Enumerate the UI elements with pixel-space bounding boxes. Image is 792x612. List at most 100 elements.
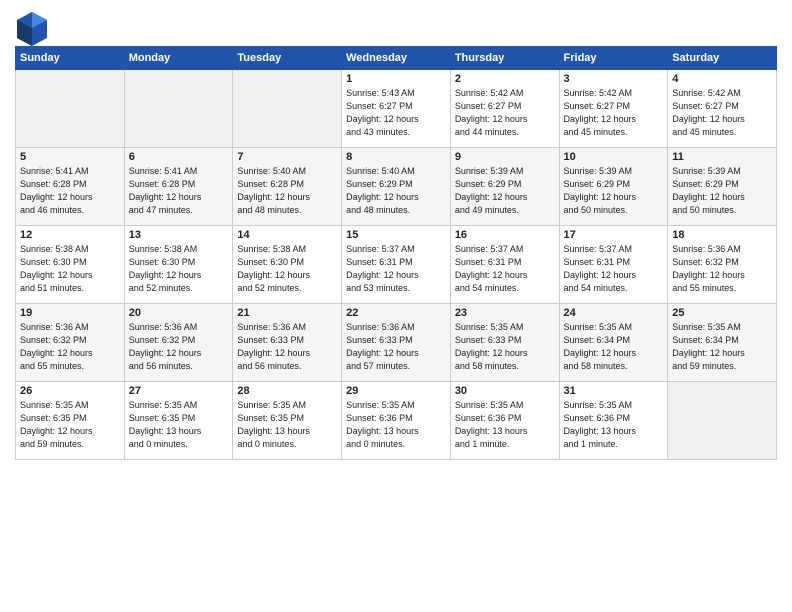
calendar-cell: 4Sunrise: 5:42 AM Sunset: 6:27 PM Daylig… <box>668 70 777 148</box>
calendar-cell: 3 Sunrise: 5:42 AM Sunset: 6:27 PM Daylig… <box>559 70 668 148</box>
calendar-cell: 18 Sunrise: 5:36 AM Sunset: 6:32 PM Dayli… <box>668 226 777 304</box>
day-number: 1 <box>346 73 446 85</box>
logo <box>15 10 47 40</box>
calendar-cell: 9Sunrise: 5:39 AM Sunset: 6:29 PM Daylig… <box>450 148 559 226</box>
calendar-cell: 24 Sunrise: 5:35 AM Sunset: 6:34 PM Dayli… <box>559 304 668 382</box>
calendar-cell: 23 Sunrise: 5:35 AM Sunset: 6:33 PM Dayli… <box>450 304 559 382</box>
calendar-cell: 11 Sunrise: 5:39 AM Sunset: 6:29 PM Dayli… <box>668 148 777 226</box>
calendar-cell <box>124 70 233 148</box>
week-row-3: 12 Sunrise: 5:38 AM Sunset: 6:30 PM Dayli… <box>16 226 777 304</box>
day-info: Sunrise: 5:36 AM Sunset: 6:33 PM Dayligh… <box>237 321 337 373</box>
calendar-cell <box>668 382 777 460</box>
day-number: 21 <box>237 307 337 319</box>
calendar-cell: 25 Sunrise: 5:35 AM Sunset: 6:34 PM Dayli… <box>668 304 777 382</box>
day-info: Sunrise: 5:36 AM Sunset: 6:32 PM Dayligh… <box>672 243 772 295</box>
day-info: Sunrise: 5:36 AM Sunset: 6:32 PM Dayligh… <box>20 321 120 373</box>
day-number: 29 <box>346 385 446 397</box>
day-header-row: SundayMondayTuesdayWednesdayThursdayFrid… <box>16 47 777 70</box>
day-number: 30 <box>455 385 555 397</box>
day-info: Sunrise: 5:40 AM Sunset: 6:28 PM Dayligh… <box>237 165 337 217</box>
day-info: Sunrise: 5:38 AM Sunset: 6:30 PM Dayligh… <box>129 243 229 295</box>
day-info: Sunrise: 5:38 AM Sunset: 6:30 PM Dayligh… <box>237 243 337 295</box>
calendar-cell: 30 Sunrise: 5:35 AM Sunset: 6:36 PM Dayli… <box>450 382 559 460</box>
calendar-cell: 21 Sunrise: 5:36 AM Sunset: 6:33 PM Dayli… <box>233 304 342 382</box>
day-header-saturday: Saturday <box>668 47 777 70</box>
day-info: Sunrise: 5:41 AM Sunset: 6:28 PM Dayligh… <box>20 165 120 217</box>
day-info: Sunrise: 5:36 AM Sunset: 6:33 PM Dayligh… <box>346 321 446 373</box>
day-info: Sunrise: 5:35 AM Sunset: 6:35 PM Dayligh… <box>237 399 337 451</box>
day-number: 11 <box>672 151 772 163</box>
day-number: 14 <box>237 229 337 241</box>
calendar-cell: 10 Sunrise: 5:39 AM Sunset: 6:29 PM Dayli… <box>559 148 668 226</box>
day-header-friday: Friday <box>559 47 668 70</box>
day-number: 16 <box>455 229 555 241</box>
calendar-cell <box>233 70 342 148</box>
day-number: 7 <box>237 151 337 163</box>
calendar-cell: 22 Sunrise: 5:36 AM Sunset: 6:33 PM Dayli… <box>342 304 451 382</box>
day-number: 20 <box>129 307 229 319</box>
day-info: Sunrise: 5:36 AM Sunset: 6:32 PM Dayligh… <box>129 321 229 373</box>
calendar-cell: 2 Sunrise: 5:42 AM Sunset: 6:27 PM Daylig… <box>450 70 559 148</box>
calendar-cell: 20 Sunrise: 5:36 AM Sunset: 6:32 PM Dayli… <box>124 304 233 382</box>
day-info: Sunrise: 5:35 AM Sunset: 6:36 PM Dayligh… <box>564 399 664 451</box>
calendar-table: SundayMondayTuesdayWednesdayThursdayFrid… <box>15 46 777 460</box>
day-info: Sunrise: 5:35 AM Sunset: 6:36 PM Dayligh… <box>455 399 555 451</box>
calendar-cell: 31Sunrise: 5:35 AM Sunset: 6:36 PM Dayli… <box>559 382 668 460</box>
calendar-cell: 26 Sunrise: 5:35 AM Sunset: 6:35 PM Dayli… <box>16 382 125 460</box>
day-number: 9 <box>455 151 555 163</box>
day-number: 8 <box>346 151 446 163</box>
calendar-cell: 15 Sunrise: 5:37 AM Sunset: 6:31 PM Dayli… <box>342 226 451 304</box>
calendar-cell: 13Sunrise: 5:38 AM Sunset: 6:30 PM Dayli… <box>124 226 233 304</box>
day-number: 3 <box>564 73 664 85</box>
day-info: Sunrise: 5:39 AM Sunset: 6:29 PM Dayligh… <box>672 165 772 217</box>
day-info: Sunrise: 5:42 AM Sunset: 6:27 PM Dayligh… <box>672 87 772 139</box>
day-number: 17 <box>564 229 664 241</box>
day-number: 27 <box>129 385 229 397</box>
day-info: Sunrise: 5:41 AM Sunset: 6:28 PM Dayligh… <box>129 165 229 217</box>
day-number: 2 <box>455 73 555 85</box>
calendar-cell: 29Sunrise: 5:35 AM Sunset: 6:36 PM Dayli… <box>342 382 451 460</box>
day-number: 22 <box>346 307 446 319</box>
day-info: Sunrise: 5:35 AM Sunset: 6:35 PM Dayligh… <box>20 399 120 451</box>
day-info: Sunrise: 5:42 AM Sunset: 6:27 PM Dayligh… <box>564 87 664 139</box>
day-info: Sunrise: 5:35 AM Sunset: 6:33 PM Dayligh… <box>455 321 555 373</box>
day-header-monday: Monday <box>124 47 233 70</box>
day-header-tuesday: Tuesday <box>233 47 342 70</box>
day-header-thursday: Thursday <box>450 47 559 70</box>
calendar-cell: 8Sunrise: 5:40 AM Sunset: 6:29 PM Daylig… <box>342 148 451 226</box>
day-info: Sunrise: 5:35 AM Sunset: 6:35 PM Dayligh… <box>129 399 229 451</box>
day-number: 6 <box>129 151 229 163</box>
day-info: Sunrise: 5:37 AM Sunset: 6:31 PM Dayligh… <box>564 243 664 295</box>
day-number: 18 <box>672 229 772 241</box>
calendar-cell <box>16 70 125 148</box>
calendar-cell: 7 Sunrise: 5:40 AM Sunset: 6:28 PM Daylig… <box>233 148 342 226</box>
day-info: Sunrise: 5:35 AM Sunset: 6:34 PM Dayligh… <box>564 321 664 373</box>
day-info: Sunrise: 5:35 AM Sunset: 6:34 PM Dayligh… <box>672 321 772 373</box>
day-number: 12 <box>20 229 120 241</box>
calendar-cell: 6 Sunrise: 5:41 AM Sunset: 6:28 PM Daylig… <box>124 148 233 226</box>
header <box>15 10 777 40</box>
day-info: Sunrise: 5:42 AM Sunset: 6:27 PM Dayligh… <box>455 87 555 139</box>
calendar-cell: 17 Sunrise: 5:37 AM Sunset: 6:31 PM Dayli… <box>559 226 668 304</box>
week-row-2: 5Sunrise: 5:41 AM Sunset: 6:28 PM Daylig… <box>16 148 777 226</box>
calendar-cell: 14 Sunrise: 5:38 AM Sunset: 6:30 PM Dayli… <box>233 226 342 304</box>
day-header-wednesday: Wednesday <box>342 47 451 70</box>
day-info: Sunrise: 5:38 AM Sunset: 6:30 PM Dayligh… <box>20 243 120 295</box>
day-number: 23 <box>455 307 555 319</box>
day-number: 10 <box>564 151 664 163</box>
day-number: 19 <box>20 307 120 319</box>
calendar-cell: 1 Sunrise: 5:43 AM Sunset: 6:27 PM Daylig… <box>342 70 451 148</box>
day-info: Sunrise: 5:43 AM Sunset: 6:27 PM Dayligh… <box>346 87 446 139</box>
calendar-cell: 16Sunrise: 5:37 AM Sunset: 6:31 PM Dayli… <box>450 226 559 304</box>
day-number: 26 <box>20 385 120 397</box>
week-row-1: 1 Sunrise: 5:43 AM Sunset: 6:27 PM Daylig… <box>16 70 777 148</box>
day-number: 25 <box>672 307 772 319</box>
week-row-5: 26 Sunrise: 5:35 AM Sunset: 6:35 PM Dayli… <box>16 382 777 460</box>
calendar-cell: 5Sunrise: 5:41 AM Sunset: 6:28 PM Daylig… <box>16 148 125 226</box>
day-number: 15 <box>346 229 446 241</box>
day-number: 24 <box>564 307 664 319</box>
logo-icon <box>15 10 45 40</box>
day-info: Sunrise: 5:39 AM Sunset: 6:29 PM Dayligh… <box>564 165 664 217</box>
day-info: Sunrise: 5:37 AM Sunset: 6:31 PM Dayligh… <box>346 243 446 295</box>
calendar-cell: 12 Sunrise: 5:38 AM Sunset: 6:30 PM Dayli… <box>16 226 125 304</box>
